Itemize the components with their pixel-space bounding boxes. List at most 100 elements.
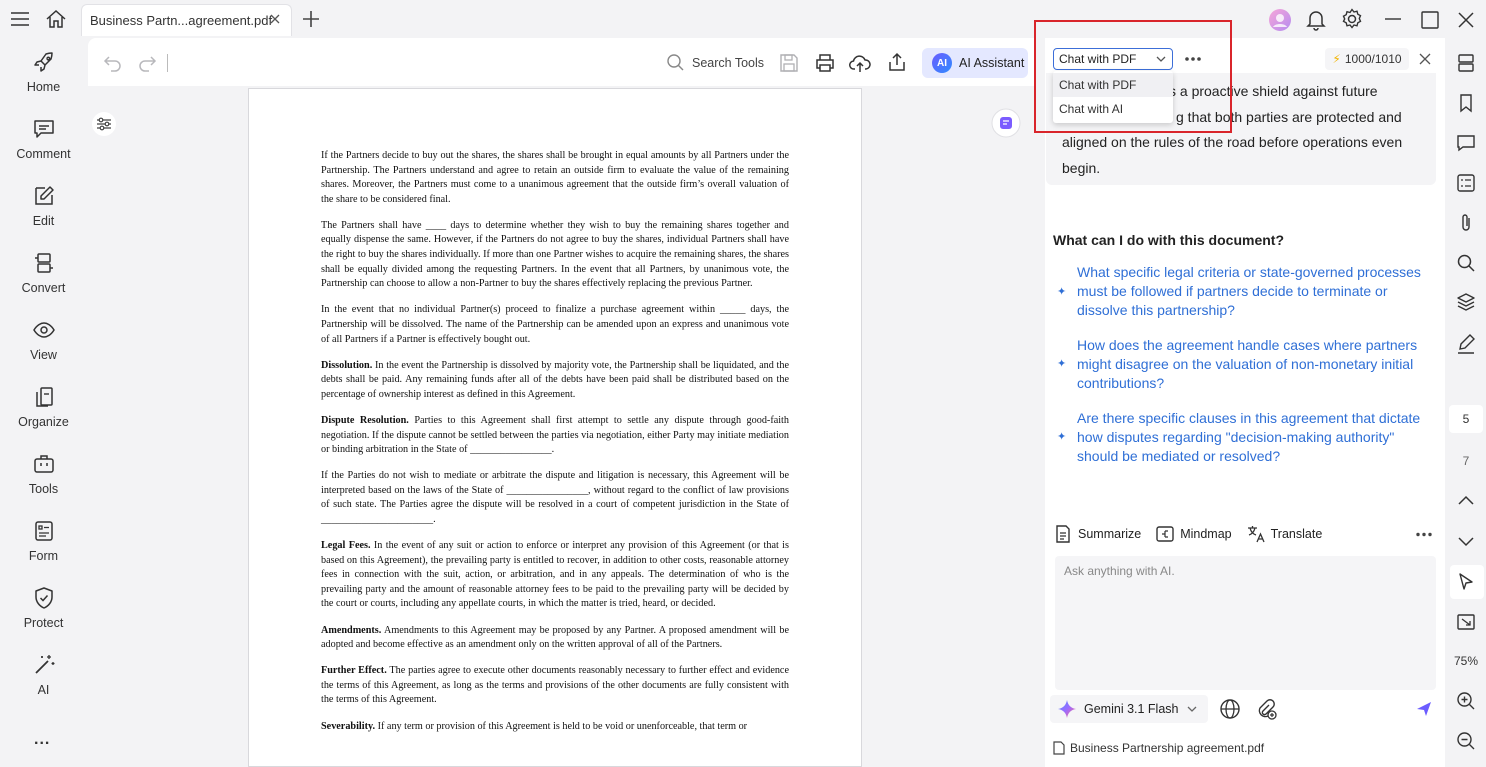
sidebar-item-convert[interactable]: Convert (0, 251, 87, 318)
sidebar-item-form[interactable]: Form (0, 519, 87, 586)
document-paragraph: Legal Fees. In the event of any suit or … (321, 539, 789, 612)
search-tools-button[interactable]: Search Tools (666, 53, 764, 72)
magic-wand-icon (34, 655, 54, 674)
chevron-down-icon[interactable] (1456, 531, 1476, 551)
cursor-icon[interactable] (1456, 572, 1476, 592)
rocket-icon (33, 52, 53, 72)
home-icon[interactable] (45, 9, 67, 29)
summarize-label: Summarize (1078, 527, 1142, 541)
sparkle-icon: ✦ (1057, 358, 1067, 370)
hamburger-menu-icon[interactable] (10, 10, 30, 28)
maximize-icon[interactable] (1421, 11, 1439, 29)
undo-icon[interactable] (103, 53, 123, 73)
zoom-in-icon[interactable] (1456, 691, 1476, 711)
document-paragraph: In the event that no individual Partner(… (321, 303, 789, 347)
model-select[interactable]: Gemini 3.1 Flash (1050, 695, 1208, 723)
paragraph-text: In the event the Partnership is dissolve… (321, 359, 789, 400)
attach-file-icon[interactable] (1255, 698, 1277, 720)
paragraph-heading: Dispute Resolution. (321, 414, 409, 426)
close-panel-icon[interactable] (1419, 53, 1431, 65)
model-name: Gemini 3.1 Flash (1084, 702, 1179, 716)
attachment-icon[interactable] (1456, 212, 1476, 234)
floating-ai-icon[interactable] (991, 108, 1021, 138)
sidebar-item-edit[interactable]: Edit (0, 184, 87, 251)
fit-page-icon[interactable] (1456, 612, 1476, 632)
zoom-out-icon[interactable] (1456, 731, 1476, 751)
translate-button[interactable]: Translate (1246, 524, 1322, 544)
summarize-button[interactable]: Summarize (1053, 524, 1141, 544)
paragraph-heading: Legal Fees. (321, 540, 371, 552)
chevron-up-icon[interactable] (1456, 491, 1476, 511)
attached-file: Business Partnership agreement.pdf (1053, 741, 1264, 755)
save-icon[interactable] (779, 53, 799, 73)
document-paragraph: The Partners shall have ____ days to det… (321, 219, 789, 292)
ai-quota-badge: ⚡ 1000/1010 (1325, 48, 1409, 70)
attached-file-name: Business Partnership agreement.pdf (1070, 741, 1265, 755)
comment-panel-icon[interactable] (1456, 133, 1476, 153)
ai-assistant-label: AI Assistant (959, 56, 1025, 70)
sidebar-item-label: Convert (21, 281, 66, 295)
send-icon[interactable] (1415, 700, 1433, 718)
new-tab-icon[interactable] (301, 9, 321, 29)
paragraph-text: If the Parties do not wish to mediate or… (321, 470, 789, 525)
filter-settings-icon[interactable] (92, 112, 116, 136)
sidebar-item-home[interactable]: Home (0, 50, 87, 117)
redo-icon[interactable] (137, 53, 157, 73)
suggested-question-3[interactable]: Are there specific clauses in this agree… (1077, 409, 1427, 466)
form-icon (34, 521, 53, 541)
globe-icon[interactable] (1219, 698, 1241, 720)
quota-value: 1000/1010 (1344, 52, 1402, 66)
sidebar-item-view[interactable]: View (0, 318, 87, 385)
tab-document[interactable]: Business Partn...agreement.pdf (81, 4, 292, 36)
convert-icon (34, 253, 53, 273)
bookmark-icon[interactable] (1456, 93, 1476, 113)
quick-actions: Summarize Mindmap Translate (1053, 522, 1336, 546)
suggested-question-2[interactable]: How does the agreement handle cases wher… (1077, 336, 1427, 393)
sidebar-item-label: AI (37, 683, 50, 697)
print-icon[interactable] (815, 53, 835, 73)
sidebar-item-comment[interactable]: Comment (0, 117, 87, 184)
eye-icon (32, 322, 55, 338)
minimize-icon[interactable] (1385, 18, 1401, 20)
page-number-current[interactable]: 5 (1449, 405, 1483, 433)
mindmap-button[interactable]: Mindmap (1155, 524, 1232, 544)
actions-more-icon[interactable] (1415, 532, 1433, 537)
layers-icon[interactable] (1456, 292, 1476, 312)
share-icon[interactable] (887, 52, 907, 72)
paragraph-text: The parties agree to execute other docum… (321, 665, 789, 706)
close-window-icon[interactable] (1457, 11, 1475, 29)
sidebar-more-icon[interactable]: ... (34, 731, 50, 749)
lightning-icon: ⚡ (1332, 52, 1341, 66)
thumbnails-icon[interactable] (1456, 53, 1476, 73)
search-panel-icon[interactable] (1456, 253, 1476, 273)
avatar[interactable] (1268, 8, 1292, 32)
sidebar-item-ai[interactable]: AI (0, 653, 87, 720)
document-paragraph: Amendments. Amendments to this Agreement… (321, 624, 789, 653)
document-paragraph: If the Partners decide to buy out the sh… (321, 149, 789, 207)
ask-ai-input[interactable]: Ask anything with AI. (1055, 556, 1436, 690)
sidebar-item-protect[interactable]: Protect (0, 586, 87, 653)
bell-icon[interactable] (1306, 9, 1326, 31)
shield-icon (34, 587, 53, 609)
toolbar-divider (167, 54, 168, 72)
sidebar-item-organize[interactable]: Organize (0, 385, 87, 452)
sidebar-item-label: Organize (18, 415, 69, 429)
cloud-upload-icon[interactable] (849, 52, 871, 74)
gemini-icon (1058, 700, 1076, 718)
paragraph-text: The Partners shall have ____ days to det… (321, 219, 789, 290)
sidebar-item-tools[interactable]: Tools (0, 452, 87, 519)
sidebar-item-label: Tools (28, 482, 59, 496)
page-number-next[interactable]: 7 (1449, 454, 1483, 468)
close-tab-icon[interactable] (267, 11, 283, 27)
paragraph-text: In the event of any suit or action to en… (321, 540, 789, 610)
form-fields-icon[interactable] (1456, 173, 1476, 193)
signature-icon[interactable] (1456, 333, 1476, 355)
zoom-level[interactable]: 75% (1449, 654, 1483, 668)
ai-assistant-button[interactable]: AI AI Assistant (922, 48, 1028, 78)
mindmap-label: Mindmap (1180, 527, 1232, 541)
paragraph-text: Amendments to this Agreement may be prop… (321, 624, 789, 651)
gear-icon[interactable] (1341, 8, 1363, 30)
paragraph-text: If the Partners decide to buy out the sh… (321, 150, 789, 205)
document-text: If the Partners decide to buy out the sh… (321, 149, 789, 746)
suggested-question-1[interactable]: What specific legal criteria or state-go… (1077, 263, 1427, 320)
